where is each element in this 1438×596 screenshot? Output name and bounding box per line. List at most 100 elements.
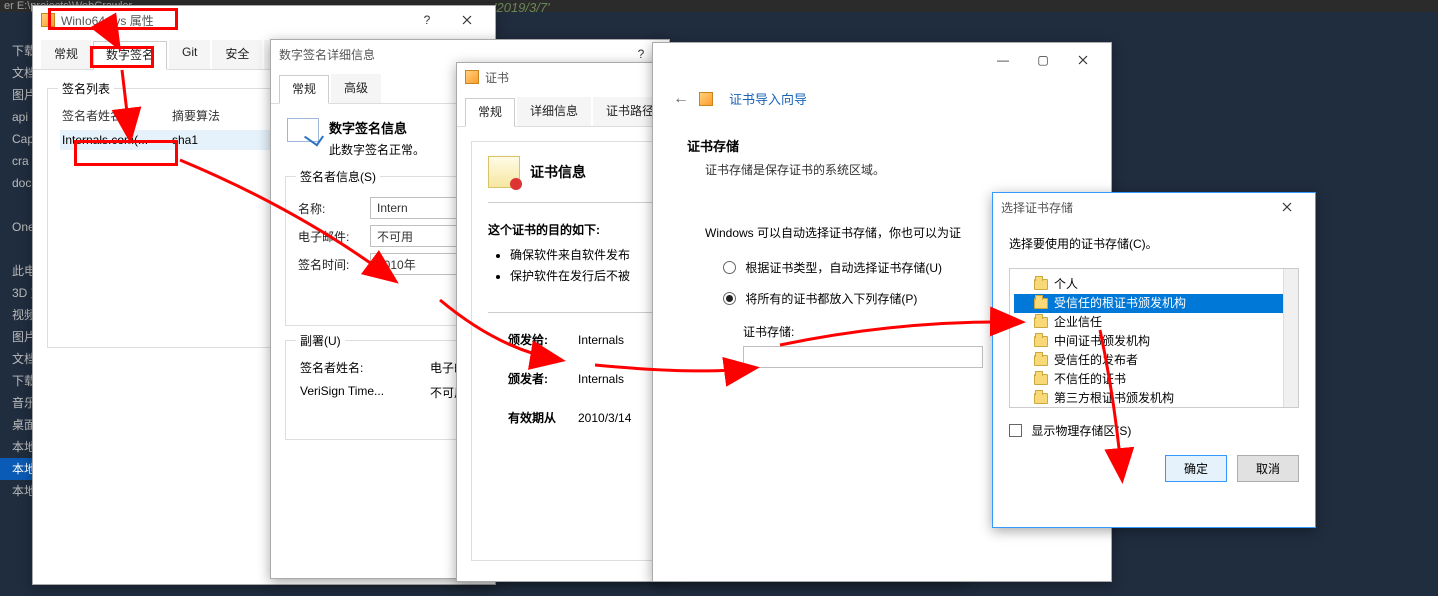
sidebar-item[interactable]: 本地	[0, 436, 35, 458]
close-button[interactable]	[1267, 194, 1307, 220]
help-button[interactable]: ?	[407, 7, 447, 33]
show-physical-checkbox[interactable]	[1009, 424, 1022, 437]
sidebar-item[interactable]: 音乐	[0, 392, 35, 414]
sidebar-item[interactable]: cra	[0, 150, 35, 172]
store-input[interactable]	[743, 346, 983, 368]
show-physical-row[interactable]: 显示物理存储区(S)	[1009, 422, 1299, 439]
store-tree-item[interactable]: 中间证书颁发机构	[1014, 332, 1294, 351]
folder-icon	[1034, 374, 1048, 385]
col-digest-algo: 摘要算法	[172, 107, 220, 124]
store-tree-item[interactable]: 个人	[1014, 275, 1294, 294]
tab-常规[interactable]: 常规	[279, 75, 329, 104]
radio-auto-label: 根据证书类型，自动选择证书存储(U)	[745, 261, 942, 275]
sidebar-item[interactable]: 图片	[0, 84, 35, 106]
tab-高级[interactable]: 高级	[331, 74, 381, 103]
sidebar-item[interactable]: 下载	[0, 370, 35, 392]
folder-icon	[1034, 279, 1048, 290]
sidebar-item[interactable]: 桌面	[0, 414, 35, 436]
sigdetail-title: 数字签名详细信息	[279, 46, 375, 63]
store-tree-item[interactable]: 不信任的证书	[1014, 370, 1294, 389]
radio-manual-label: 将所有的证书都放入下列存储(P)	[745, 292, 917, 306]
tab-数字签名[interactable]: 数字签名	[93, 41, 167, 70]
certificate-small-icon	[465, 70, 479, 84]
issued-by-value: Internals	[578, 372, 624, 386]
back-arrow-icon[interactable]: ←	[673, 90, 689, 108]
siginfo-status: 此数字签名正常。	[329, 141, 425, 158]
cert-title: 证书	[485, 69, 509, 86]
issued-to-label: 颁发给:	[508, 331, 578, 348]
wizard-titlebar[interactable]: — ▢	[653, 43, 1111, 77]
ok-button[interactable]: 确定	[1165, 455, 1227, 482]
certinfo-heading: 证书信息	[530, 162, 586, 182]
minimize-button[interactable]: —	[983, 47, 1023, 73]
sidebar-item[interactable]	[0, 238, 35, 260]
signer-algo-cell: sha1	[172, 133, 198, 147]
store-tree-item[interactable]: 企业信任	[1014, 313, 1294, 332]
explorer-sidebar: 下载文档图片apiCapcradocOneD此电脑3D 对视频图片文档下载音乐桌…	[0, 40, 35, 596]
folder-icon	[1034, 393, 1048, 404]
signer-info-label: 签名者信息(S)	[296, 168, 380, 185]
signature-icon	[287, 118, 319, 142]
store-dialog-title: 选择证书存储	[1001, 199, 1073, 216]
ide-editor-text: '2019/3/7'	[494, 0, 550, 15]
tab-安全[interactable]: 安全	[212, 40, 262, 69]
cs-col-name: 签名者姓名:	[300, 359, 430, 376]
signer-name-cell: Internals.com(...	[62, 133, 172, 147]
sidebar-item[interactable]: 本地	[0, 458, 35, 480]
tab-详细信息[interactable]: 详细信息	[517, 97, 591, 126]
file-icon	[41, 13, 55, 27]
store-tree-item[interactable]: 第三方根证书颁发机构	[1014, 389, 1294, 408]
folder-icon	[1034, 336, 1048, 347]
sidebar-item[interactable]: 本地	[0, 480, 35, 502]
sidebar-item[interactable]: 文档	[0, 348, 35, 370]
sidebar-item[interactable]	[0, 194, 35, 216]
radio-auto[interactable]	[723, 261, 736, 274]
store-tree[interactable]: 个人受信任的根证书颁发机构企业信任中间证书颁发机构受信任的发布者不信任的证书第三…	[1009, 268, 1299, 408]
properties-titlebar[interactable]: WinIo64.sys 属性 ?	[33, 6, 495, 34]
wizard-title: 证书导入向导	[729, 89, 807, 108]
close-button[interactable]	[447, 7, 487, 33]
email-label: 电子邮件:	[298, 228, 370, 245]
folder-icon	[1034, 317, 1048, 328]
tab-Git[interactable]: Git	[169, 40, 210, 69]
cancel-button[interactable]: 取消	[1237, 455, 1299, 482]
valid-value: 2010/3/14	[578, 411, 631, 425]
folder-icon	[1034, 355, 1048, 366]
siginfo-heading: 数字签名信息	[329, 118, 425, 137]
folder-icon	[1034, 298, 1048, 309]
sidebar-item[interactable]: 视频	[0, 304, 35, 326]
close-button[interactable]	[1063, 47, 1103, 73]
issued-to-value: Internals	[578, 333, 624, 347]
sidebar-item[interactable]: 下载	[0, 40, 35, 62]
sidebar-item[interactable]: 文档	[0, 62, 35, 84]
valid-label: 有效期从	[508, 409, 578, 426]
store-tree-item[interactable]: 受信任的根证书颁发机构	[1014, 294, 1294, 313]
issued-by-label: 颁发者:	[508, 370, 578, 387]
store-titlebar[interactable]: 选择证书存储	[993, 193, 1315, 221]
sidebar-item[interactable]: Cap	[0, 128, 35, 150]
name-label: 名称:	[298, 200, 370, 217]
col-signer-name: 签名者姓名:	[62, 107, 172, 124]
store-instruction: 选择要使用的证书存储(C)。	[1009, 235, 1299, 252]
cs-name: VeriSign Time...	[300, 384, 430, 401]
certificate-icon	[488, 156, 520, 188]
time-label: 签名时间:	[298, 256, 370, 273]
maximize-button[interactable]: ▢	[1023, 47, 1063, 73]
tab-常规[interactable]: 常规	[465, 98, 515, 127]
store-tree-item[interactable]: 受信任的发布者	[1014, 351, 1294, 370]
sidebar-item[interactable]: 图片	[0, 326, 35, 348]
sidebar-item[interactable]: doc	[0, 172, 35, 194]
sidebar-item[interactable]: 3D 对	[0, 282, 35, 304]
tree-scrollbar[interactable]	[1283, 269, 1298, 407]
select-store-dialog: 选择证书存储 选择要使用的证书存储(C)。 个人受信任的根证书颁发机构企业信任中…	[992, 192, 1316, 528]
properties-title: WinIo64.sys 属性	[61, 12, 154, 29]
sidebar-item[interactable]: api	[0, 106, 35, 128]
radio-manual[interactable]	[723, 292, 736, 305]
store-section-title: 证书存储	[687, 136, 1077, 155]
signer-list-label: 签名列表	[58, 80, 114, 97]
show-physical-label: 显示物理存储区(S)	[1031, 424, 1131, 438]
tab-常规[interactable]: 常规	[41, 40, 91, 69]
countersig-label: 副署(U)	[296, 332, 345, 349]
sidebar-item[interactable]: 此电脑	[0, 260, 35, 282]
sidebar-item[interactable]: OneD	[0, 216, 35, 238]
